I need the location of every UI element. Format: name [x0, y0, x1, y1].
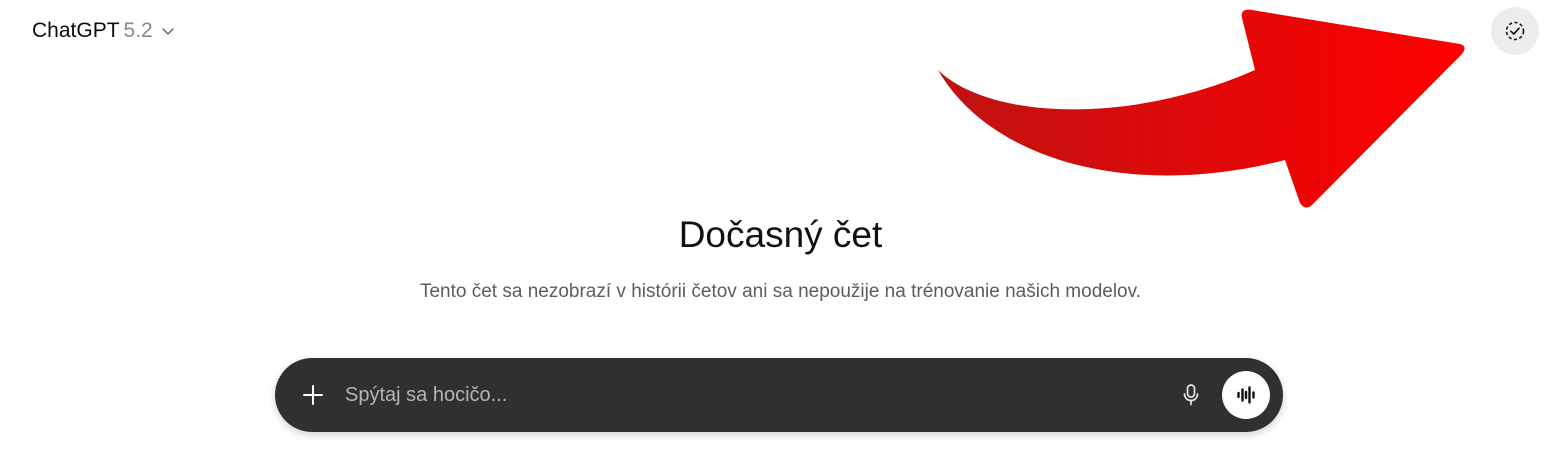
microphone-icon	[1183, 384, 1199, 406]
prompt-composer	[275, 358, 1283, 432]
red-arrow-annotation	[938, 9, 1465, 208]
add-attachment-button[interactable]	[293, 375, 333, 415]
dashed-circle-check-icon	[1505, 21, 1525, 41]
prompt-input[interactable]	[345, 375, 1165, 415]
chatgpt-page: ChatGPT 5.2 Dočasný čet Tento čet sa nez…	[0, 0, 1561, 457]
model-selector[interactable]: ChatGPT 5.2	[22, 12, 185, 50]
page-title: Dočasný čet	[678, 214, 883, 255]
chevron-down-icon	[161, 24, 175, 38]
model-name: ChatGPT	[32, 19, 120, 42]
voice-mode-button[interactable]	[1222, 371, 1270, 419]
dictate-button[interactable]	[1171, 375, 1211, 415]
plus-icon	[303, 385, 323, 405]
temporary-chat-toggle[interactable]	[1491, 7, 1539, 55]
page-subtitle: Tento čet sa nezobrazí v histórii četov …	[419, 281, 1141, 302]
voice-waveform-icon	[1237, 386, 1255, 404]
model-version: 5.2	[123, 19, 153, 42]
